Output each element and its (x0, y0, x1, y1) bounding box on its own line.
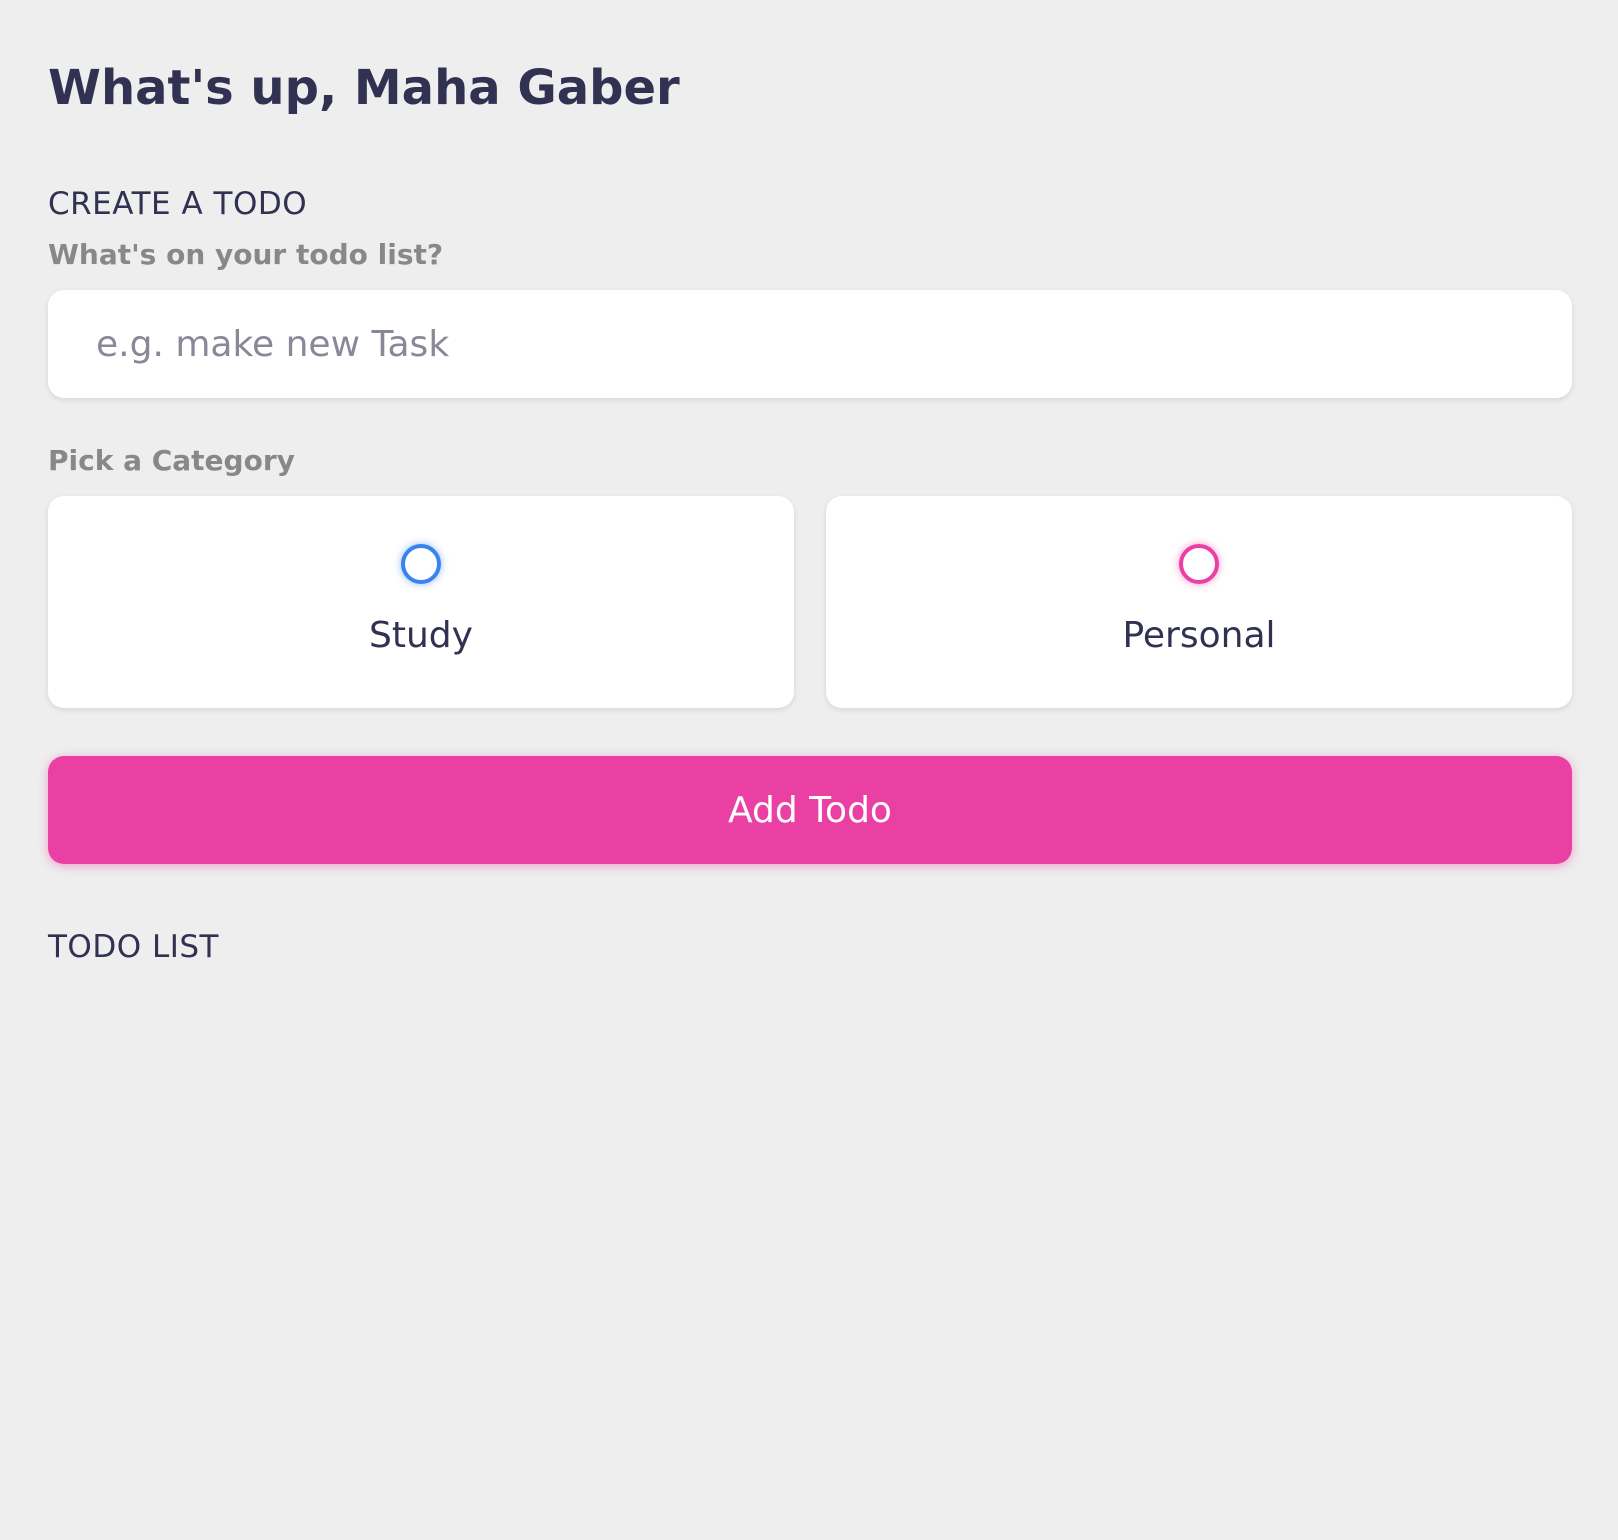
study-radio-icon[interactable] (401, 544, 441, 584)
greeting-title: What's up, Maha Gaber (48, 60, 680, 116)
category-option-personal[interactable]: Personal (826, 496, 1572, 708)
todo-text-input[interactable] (48, 290, 1572, 398)
personal-radio-icon[interactable] (1179, 544, 1219, 584)
category-picker-label: Pick a Category (48, 444, 295, 477)
category-option-study[interactable]: Study (48, 496, 794, 708)
todo-list (48, 990, 1572, 1000)
todo-list-heading: TODO LIST (48, 929, 219, 965)
create-todo-heading: CREATE A TODO (48, 186, 308, 222)
category-label-study: Study (369, 615, 473, 656)
todo-input-label: What's on your todo list? (48, 238, 444, 271)
category-label-personal: Personal (1122, 615, 1276, 656)
todo-app: What's up, Maha Gaber CREATE A TODO What… (0, 0, 1618, 1540)
add-todo-button[interactable]: Add Todo (48, 756, 1572, 864)
